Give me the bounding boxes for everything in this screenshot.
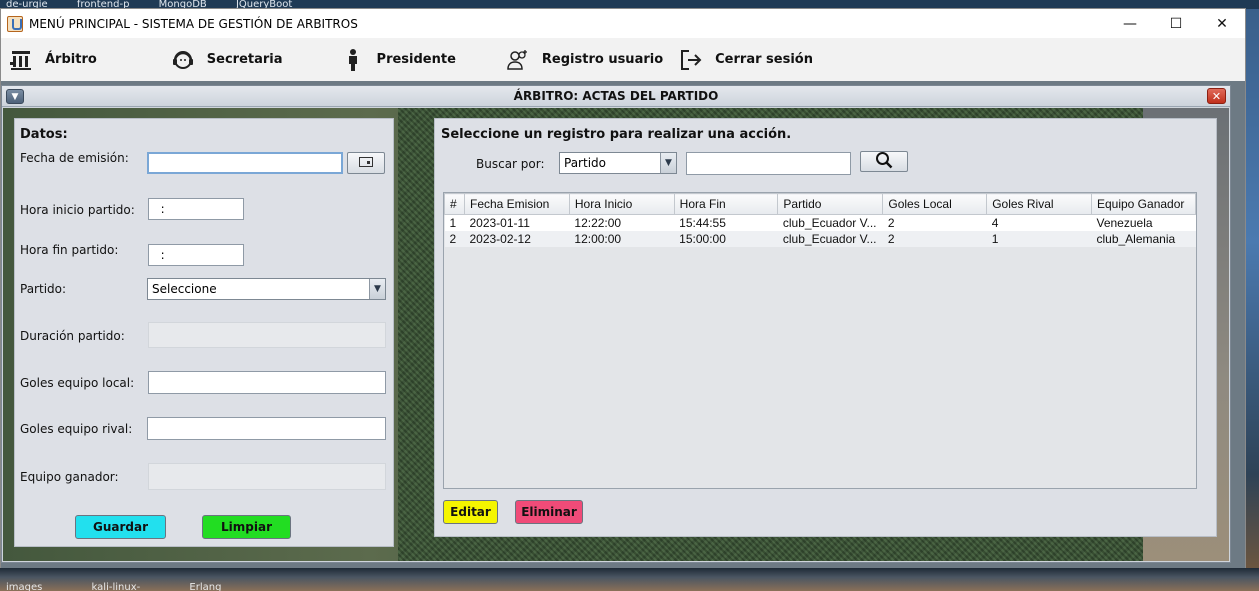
maximize-button[interactable]: ☐ <box>1153 9 1199 38</box>
chevron-down-icon: ▼ <box>369 279 385 299</box>
table-cell: club_Ecuador V... <box>777 230 883 247</box>
column-header[interactable]: Fecha Emision <box>463 193 570 215</box>
desktop-wallpaper <box>1246 9 1259 591</box>
menu-item-presidente[interactable]: Presidente <box>341 38 456 81</box>
editar-button[interactable]: Editar <box>443 500 498 524</box>
column-header[interactable]: Hora Fin <box>673 193 779 215</box>
table-header-row: # Fecha Emision Hora Inicio Hora Fin Par… <box>444 193 1197 215</box>
headset-icon <box>171 48 195 72</box>
menu-item-registro-usuario[interactable]: Registro usuario <box>506 38 663 81</box>
menu-label: Secretaria <box>206 52 283 67</box>
main-menubar: Árbitro Secretaria Presidente Registro u… <box>1 38 1245 81</box>
buscar-por-select[interactable]: Partido ▼ <box>559 152 677 174</box>
hora-fin-label: Hora fin partido: <box>20 243 119 257</box>
logout-icon <box>679 48 703 72</box>
table-cell: 2 <box>882 230 987 247</box>
column-header[interactable]: Partido <box>777 193 884 215</box>
menu-item-cerrar-sesion[interactable]: Cerrar sesión <box>679 38 813 81</box>
table-cell: 1 <box>444 214 465 231</box>
table-row[interactable]: 2 2023-02-12 12:00:00 15:00:00 club_Ecua… <box>444 230 1196 247</box>
desktop-taskbar-bottom: images kali-linux- Erlang <box>0 568 1259 591</box>
window-title: MENÚ PRINCIPAL - SISTEMA DE GESTIÓN DE A… <box>29 16 358 31</box>
date-picker-button[interactable] <box>347 152 385 174</box>
goles-local-label: Goles equipo local: <box>20 376 135 390</box>
registros-heading: Seleccione un registro para realizar una… <box>441 127 792 142</box>
hora-fin-field[interactable] <box>148 244 244 266</box>
hora-inicio-label: Hora inicio partido: <box>20 203 135 217</box>
table-cell: 1 <box>986 230 1092 247</box>
close-button[interactable]: ✕ <box>1199 9 1245 38</box>
frame-close-button[interactable]: ✕ <box>1207 88 1226 104</box>
buscar-por-label: Buscar por: <box>476 157 545 171</box>
table-row[interactable]: 1 2023-01-11 12:22:00 15:44:55 club_Ecua… <box>444 214 1196 231</box>
fecha-emision-label: Fecha de emisión: <box>20 151 129 165</box>
table-cell: 4 <box>986 214 1092 231</box>
desktop-icon-label[interactable]: kali-linux- <box>92 582 141 591</box>
menu-label: Cerrar sesión <box>715 52 813 67</box>
referee-icon <box>9 48 33 72</box>
table-cell: club_Alemania <box>1091 230 1196 247</box>
search-button[interactable] <box>860 151 908 172</box>
menu-item-arbitro[interactable]: Árbitro <box>9 38 97 81</box>
desktop-icon-label[interactable]: Erlang <box>189 582 221 591</box>
goles-rival-label: Goles equipo rival: <box>20 422 133 436</box>
column-header[interactable]: Goles Rival <box>986 193 1092 215</box>
column-header[interactable]: Goles Local <box>882 193 988 215</box>
form-heading: Datos: <box>20 127 68 142</box>
buscar-por-value: Partido <box>564 156 606 170</box>
limpiar-button[interactable]: Limpiar <box>202 515 291 539</box>
menu-label: Registro usuario <box>541 52 664 67</box>
desktop-icon-label[interactable]: images <box>6 582 42 591</box>
goles-local-field[interactable] <box>148 371 386 394</box>
search-input[interactable] <box>686 152 851 175</box>
column-header[interactable]: Hora Inicio <box>568 193 675 215</box>
column-header[interactable]: # <box>444 193 465 215</box>
eliminar-button[interactable]: Eliminar <box>515 500 583 524</box>
window-titlebar[interactable]: MENÚ PRINCIPAL - SISTEMA DE GESTIÓN DE A… <box>1 9 1245 38</box>
table-cell: 2023-02-12 <box>464 230 570 247</box>
calendar-icon <box>359 156 373 170</box>
java-app-icon <box>7 15 23 32</box>
table-cell: 2 <box>444 230 465 247</box>
duracion-field <box>148 322 386 348</box>
internal-frame-title: ÁRBITRO: ACTAS DEL PARTIDO <box>513 89 719 103</box>
table-cell: 15:00:00 <box>674 230 778 247</box>
add-user-icon <box>506 48 530 72</box>
minimize-button[interactable]: — <box>1107 9 1153 38</box>
partido-label: Partido: <box>20 282 67 296</box>
datos-form-panel: Datos: Fecha de emisión: Hora inicio par… <box>14 118 394 547</box>
table-cell: Venezuela <box>1091 214 1196 231</box>
table-cell: club_Ecuador V... <box>777 214 883 231</box>
search-icon <box>875 151 893 172</box>
registros-panel: Seleccione un registro para realizar una… <box>434 118 1217 537</box>
internal-frame-titlebar[interactable]: ▼ ÁRBITRO: ACTAS DEL PARTIDO ✕ <box>2 86 1230 107</box>
menu-item-secretaria[interactable]: Secretaria <box>171 38 283 81</box>
chevron-down-icon: ▼ <box>660 153 676 173</box>
menu-label: Presidente <box>376 52 456 67</box>
fecha-emision-field[interactable] <box>147 152 343 174</box>
table-cell: 15:44:55 <box>674 214 778 231</box>
table-cell: 12:22:00 <box>569 214 675 231</box>
table-cell: 2 <box>882 214 987 231</box>
goles-rival-field[interactable] <box>147 417 386 440</box>
partido-select-value: Seleccione <box>152 282 217 296</box>
table-cell: 12:00:00 <box>569 230 675 247</box>
column-header[interactable]: Equipo Ganador <box>1090 193 1197 215</box>
person-icon <box>341 48 365 72</box>
menu-label: Árbitro <box>45 52 97 67</box>
guardar-button[interactable]: Guardar <box>75 515 166 539</box>
table-cell: 2023-01-11 <box>464 214 570 231</box>
frame-menu-button[interactable]: ▼ <box>6 89 24 104</box>
equipo-ganador-field <box>148 463 386 490</box>
partido-select[interactable]: Seleccione ▼ <box>147 278 386 300</box>
duracion-label: Duración partido: <box>20 329 125 343</box>
actas-table: # Fecha Emision Hora Inicio Hora Fin Par… <box>443 192 1197 489</box>
equipo-ganador-label: Equipo ganador: <box>20 470 119 484</box>
hora-inicio-field[interactable] <box>148 198 244 220</box>
